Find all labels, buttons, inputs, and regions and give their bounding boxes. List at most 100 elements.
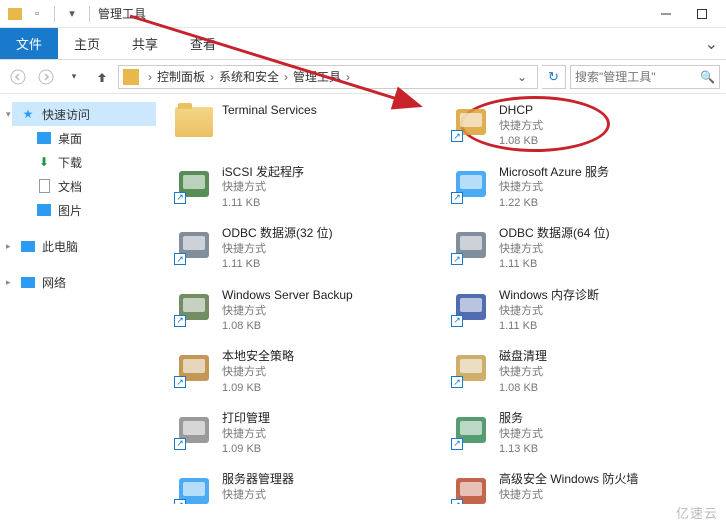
sidebar-label: 图片 <box>58 202 82 219</box>
item-size: 1.09 KB <box>222 381 294 396</box>
item-name: Terminal Services <box>222 102 317 119</box>
sidebar-item-this-pc[interactable]: ▸ 此电脑 <box>0 234 164 258</box>
sidebar-item-pictures[interactable]: 图片 <box>0 198 164 222</box>
item-size: 1.08 KB <box>499 381 547 396</box>
item-name: ODBC 数据源(64 位) <box>499 225 610 242</box>
item-size: 1.11 KB <box>222 196 304 211</box>
tab-view[interactable]: 查看 <box>174 28 232 59</box>
item-type: 快捷方式 <box>499 488 638 503</box>
shortcut-item[interactable]: ↗ 本地安全策略 快捷方式 1.09 KB <box>174 348 439 396</box>
item-size: 1.09 KB <box>222 442 270 457</box>
breadcrumb-segment[interactable]: 系统和安全 <box>219 68 279 85</box>
item-type: 快捷方式 <box>499 304 599 319</box>
shortcut-item[interactable]: ↗ 服务器管理器 快捷方式 1.07 KB <box>174 471 439 504</box>
content-pane: Terminal Services ↗ DHCP 快捷方式 1.08 KB ↗ … <box>164 94 726 504</box>
shortcut-item[interactable]: ↗ ODBC 数据源(32 位) 快捷方式 1.11 KB <box>174 225 439 273</box>
shortcut-item[interactable]: ↗ 打印管理 快捷方式 1.09 KB <box>174 410 439 458</box>
memdiag-icon: ↗ <box>451 287 491 327</box>
backup-icon: ↗ <box>174 287 214 327</box>
watermark: 亿速云 <box>676 503 718 522</box>
pc-icon <box>20 238 36 254</box>
shortcut-item[interactable]: ↗ Windows Server Backup 快捷方式 1.08 KB <box>174 287 439 335</box>
item-name: 服务器管理器 <box>222 471 294 488</box>
desktop-icon <box>36 130 52 146</box>
sidebar-item-downloads[interactable]: ⬇ 下载 <box>0 150 164 174</box>
shortcut-item[interactable]: ↗ Microsoft Azure 服务 快捷方式 1.22 KB <box>451 164 716 212</box>
item-type: 快捷方式 <box>499 119 543 134</box>
ribbon-tabs: 文件 主页 共享 查看 ⌄ <box>0 28 726 60</box>
cleanmgr-icon: ↗ <box>451 348 491 388</box>
breadcrumb-dropdown-icon[interactable]: ⌄ <box>511 70 533 84</box>
item-name: 本地安全策略 <box>222 348 294 365</box>
sidebar-label: 下载 <box>58 154 82 171</box>
item-name: 服务 <box>499 410 543 427</box>
tab-share[interactable]: 共享 <box>116 28 174 59</box>
breadcrumb[interactable]: › 控制面板 › 系统和安全 › 管理工具 › ⌄ <box>118 65 538 89</box>
item-type: 快捷方式 <box>222 304 353 319</box>
shortcut-overlay-icon: ↗ <box>174 499 186 504</box>
ribbon-expand-icon[interactable]: ⌄ <box>697 34 726 54</box>
forward-button[interactable] <box>34 65 58 89</box>
shortcut-overlay-icon: ↗ <box>451 376 463 388</box>
sidebar-item-quick-access[interactable]: ▾ ★ 快速访问 <box>0 102 164 126</box>
item-type: 快捷方式 <box>222 365 294 380</box>
minimize-button[interactable] <box>656 4 676 24</box>
shortcut-overlay-icon: ↗ <box>174 315 186 327</box>
shortcut-overlay-icon: ↗ <box>174 192 186 204</box>
qat-dropdown-icon[interactable]: ▾ <box>63 5 81 23</box>
item-type: 快捷方式 <box>499 242 610 257</box>
maximize-button[interactable] <box>692 4 712 24</box>
search-input[interactable] <box>575 70 700 84</box>
item-type: 快捷方式 <box>499 180 609 195</box>
folder-item[interactable]: Terminal Services <box>174 102 439 150</box>
up-button[interactable] <box>90 65 114 89</box>
item-type: 快捷方式 <box>222 427 270 442</box>
shortcut-item[interactable]: ↗ 高级安全 Windows 防火墙 快捷方式 1.13 KB <box>451 471 716 504</box>
window-title: 管理工具 <box>98 5 146 22</box>
star-icon: ★ <box>20 106 36 122</box>
shortcut-overlay-icon: ↗ <box>451 130 463 142</box>
breadcrumb-segment[interactable]: 控制面板 <box>157 68 205 85</box>
srvmgr-icon: ↗ <box>174 471 214 504</box>
back-button[interactable] <box>6 65 30 89</box>
print-icon: ↗ <box>174 410 214 450</box>
shortcut-item[interactable]: ↗ 磁盘清理 快捷方式 1.08 KB <box>451 348 716 396</box>
search-icon: 🔍 <box>700 70 715 84</box>
breadcrumb-segment[interactable]: 管理工具 <box>293 68 341 85</box>
recent-dropdown[interactable]: ▾ <box>62 65 86 89</box>
shortcut-overlay-icon: ↗ <box>174 438 186 450</box>
tab-home[interactable]: 主页 <box>58 28 116 59</box>
sidebar-label: 快速访问 <box>42 106 90 123</box>
shortcut-item[interactable]: ↗ 服务 快捷方式 1.13 KB <box>451 410 716 458</box>
sidebar-label: 桌面 <box>58 130 82 147</box>
odbc-icon: ↗ <box>174 225 214 265</box>
shortcut-item[interactable]: ↗ iSCSI 发起程序 快捷方式 1.11 KB <box>174 164 439 212</box>
item-type: 快捷方式 <box>499 365 547 380</box>
sidebar-item-desktop[interactable]: 桌面 <box>0 126 164 150</box>
search-box[interactable]: 🔍 <box>570 65 720 89</box>
shortcut-item[interactable]: ↗ Windows 内存诊断 快捷方式 1.11 KB <box>451 287 716 335</box>
sidebar: ▾ ★ 快速访问 桌面 ⬇ 下载 文档 图片 ▸ 此电脑 ▸ <box>0 94 164 504</box>
tab-file[interactable]: 文件 <box>0 28 58 59</box>
refresh-button[interactable]: ↻ <box>542 65 566 89</box>
sidebar-item-network[interactable]: ▸ 网络 <box>0 270 164 294</box>
shortcut-overlay-icon: ↗ <box>451 192 463 204</box>
item-name: 磁盘清理 <box>499 348 547 365</box>
iscsi-icon: ↗ <box>174 164 214 204</box>
shortcut-overlay-icon: ↗ <box>451 499 463 504</box>
shortcut-item[interactable]: ↗ ODBC 数据源(64 位) 快捷方式 1.11 KB <box>451 225 716 273</box>
item-name: 高级安全 Windows 防火墙 <box>499 471 638 488</box>
item-size: 1.11 KB <box>499 319 599 334</box>
folder-icon <box>6 5 24 23</box>
shortcut-item[interactable]: ↗ DHCP 快捷方式 1.08 KB <box>451 102 716 150</box>
item-type: 快捷方式 <box>499 427 543 442</box>
item-size: 1.11 KB <box>499 257 610 272</box>
item-name: Microsoft Azure 服务 <box>499 164 609 181</box>
item-size: 1.13 KB <box>499 442 543 457</box>
titlebar: ▫ ▾ 管理工具 <box>0 0 726 28</box>
sidebar-item-documents[interactable]: 文档 <box>0 174 164 198</box>
properties-icon[interactable]: ▫ <box>28 5 46 23</box>
item-name: DHCP <box>499 102 543 119</box>
shortcut-overlay-icon: ↗ <box>174 253 186 265</box>
sidebar-label: 网络 <box>42 274 66 291</box>
